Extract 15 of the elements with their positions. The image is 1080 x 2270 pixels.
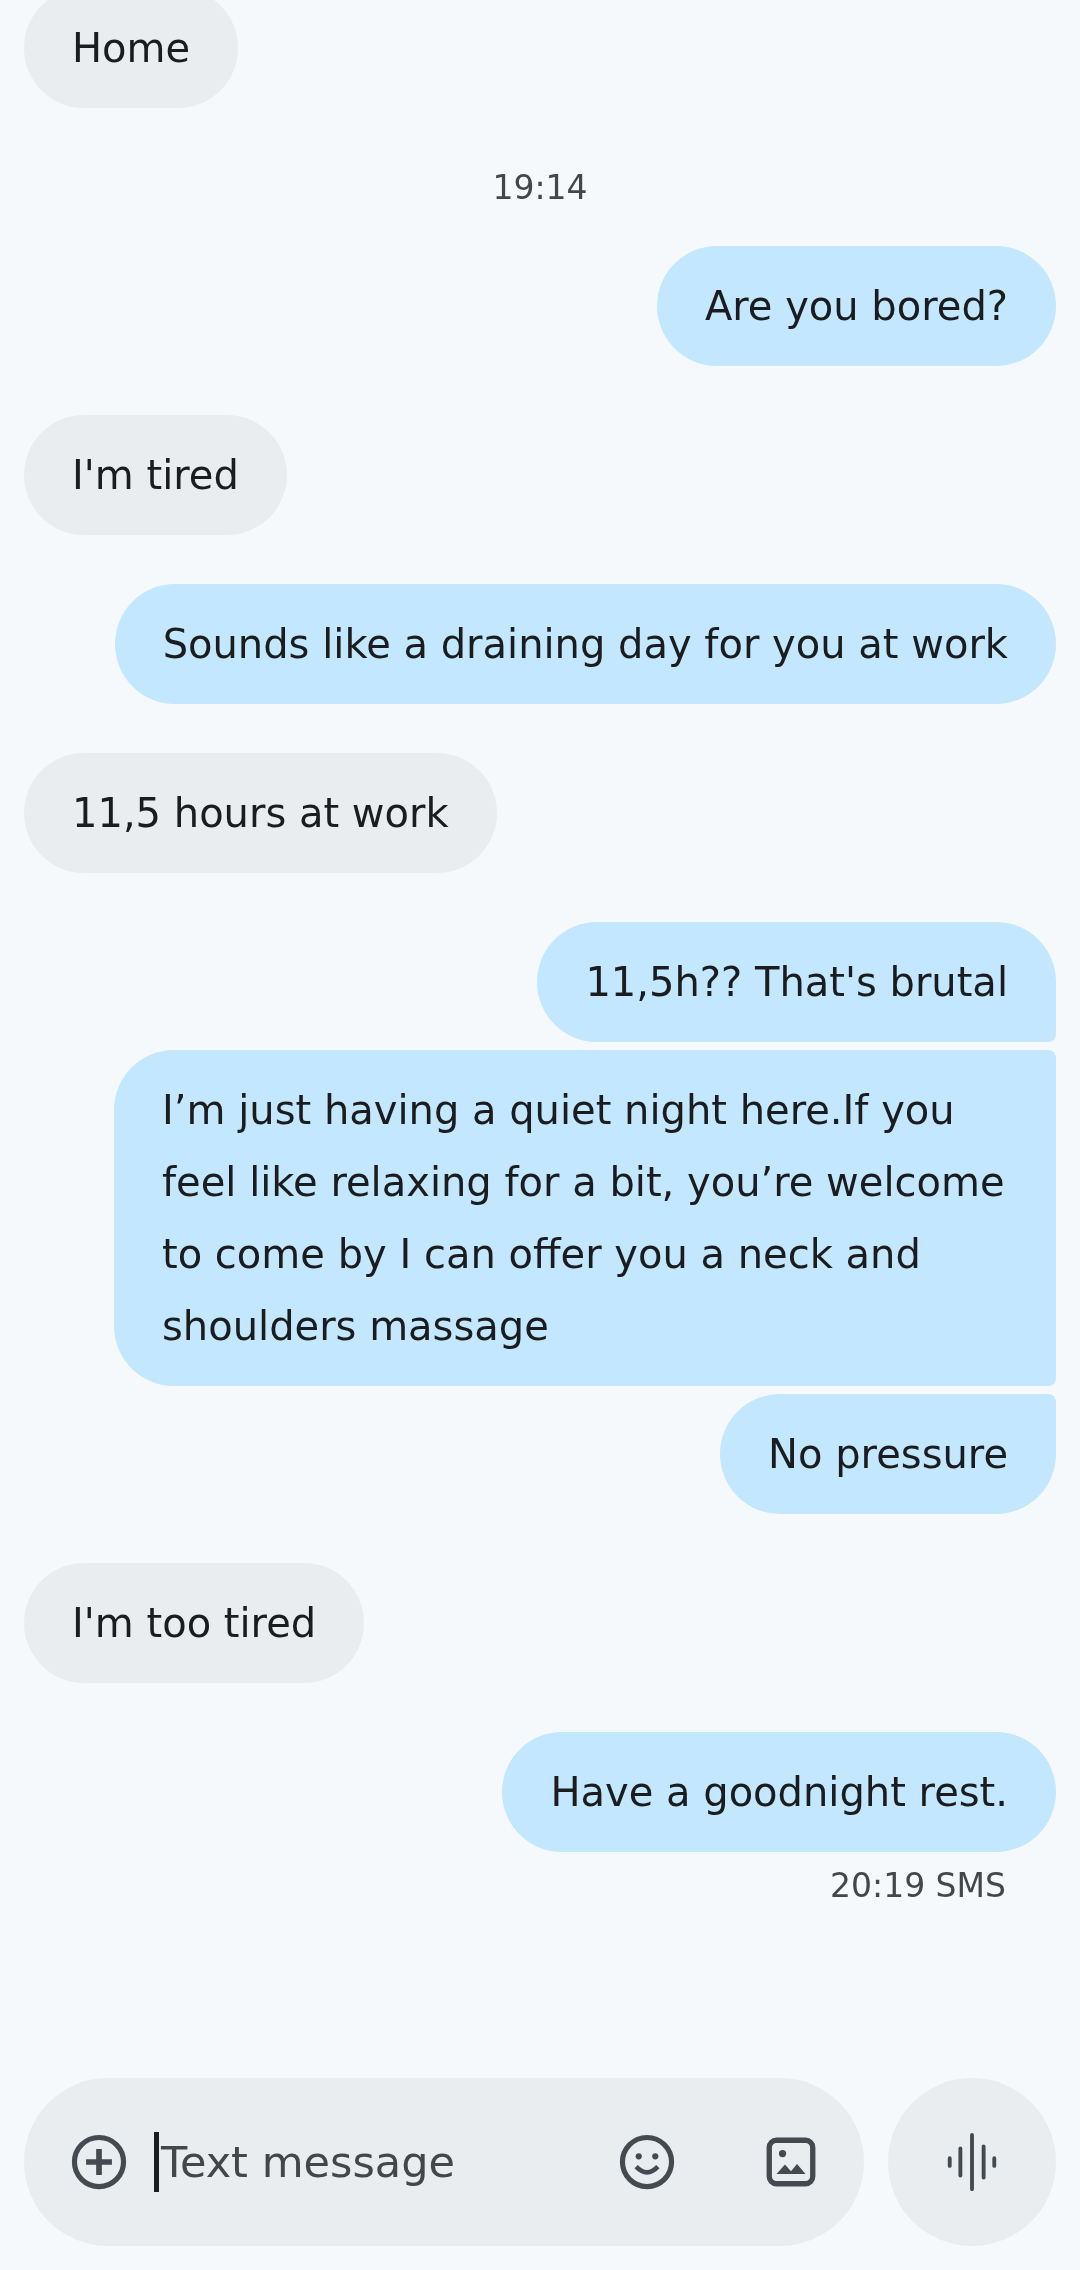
received-message-bubble: 11,5 hours at work [24,753,497,873]
received-message-bubble: I'm too tired [24,1563,365,1683]
message-status: 20:19 SMS [830,1866,1006,1905]
placeholder-text: Text message [161,2137,456,2187]
sent-message-bubble: Are you bored? [656,246,1056,366]
sent-message-bubble: I’m just having a quiet night here.If you feel like relaxing for a bit, you’re welcome to come by I can offer you a neck and shoulders massage [114,1050,1056,1386]
waveform-icon [945,2131,999,2193]
sent-message-bubble: Have a goodnight rest. [502,1732,1056,1852]
received-message-bubble: I'm tired [24,415,287,535]
timestamp: 19:14 [492,168,588,207]
message-input-field[interactable]: Text message [24,2078,864,2246]
received-message-bubble: Home [24,0,239,108]
sent-message-bubble: Sounds like a draining day for you at work [114,584,1056,704]
sent-message-bubble: No pressure [720,1394,1056,1514]
sent-message-bubble: 11,5h?? That's brutal [537,922,1056,1042]
